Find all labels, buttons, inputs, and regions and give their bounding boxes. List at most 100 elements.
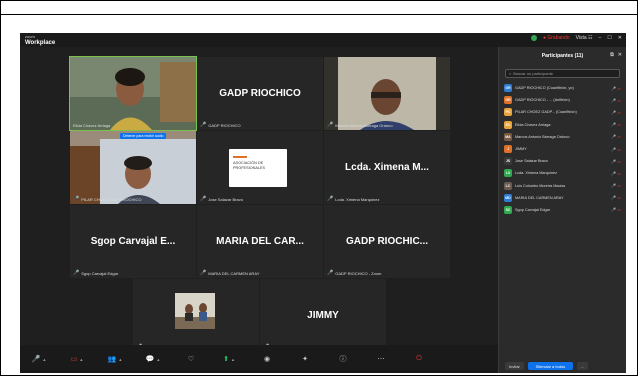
tile-display-name: MARIA DEL CAR... [216, 235, 304, 247]
info-icon: ⓘ [339, 356, 347, 363]
header-icons: ⧉ ✕ [610, 52, 622, 58]
mic-muted-icon: 🎤 ▭ [611, 170, 621, 176]
participant-row[interactable]: JS Jose Salazar Bravo 🎤 ▭ [499, 155, 626, 167]
mic-muted-icon: 🎤 ▭ [611, 195, 621, 201]
tile-display-name: GADP RIOCHIC... [345, 235, 429, 247]
participant-avatar: SC [504, 205, 512, 214]
participant-video [70, 131, 196, 204]
video-grid: Elida Chavez Arriaga GADP RIOCHICO 🎤 GADP… [20, 47, 498, 352]
mic-muted-icon: 🎤 [31, 356, 41, 363]
video-tile[interactable]: MARIA DEL CAR... 🎤 MARIA DEL CARMEN ARAY [197, 205, 323, 278]
participant-avatar: EC [504, 120, 512, 129]
participant-avatar: PC [504, 108, 512, 117]
video-tile[interactable]: Sgop Carvajal E... 🎤 Sgop Carvajal Edgar [70, 205, 196, 278]
view-button[interactable]: Vista ☷ [576, 35, 593, 41]
video-tile[interactable]: ASOCIACIÓN DE PROFESIONALES 🎤 Jose Salaza… [197, 131, 323, 204]
apps-button[interactable]: ✦ [286, 355, 324, 363]
participant-avatar: GR [504, 84, 512, 93]
recording-label: Grabando [547, 35, 570, 41]
title-bar-right: ● Grabando Vista ☷ – ☐ ✕ [530, 35, 622, 41]
invite-button[interactable]: Invitar [505, 362, 524, 370]
participant-row[interactable]: EC Elida Chavez Arriaga 🎤 ▭ [499, 119, 626, 131]
participant-row[interactable]: GR GADP RIOCHICO (Coanfitrión, yo) 🎤 ▭ [499, 82, 626, 94]
participant-avatar: J [504, 145, 512, 154]
organization-logo: ASOCIACIÓN DE PROFESIONALES [229, 149, 287, 187]
security-shield-icon[interactable] [530, 35, 537, 41]
video-tile[interactable]: 🎤 Marcos Antonio Barraga Ordono [324, 57, 450, 130]
video-tile[interactable]: GADP RIOCHIC... 🎤 GADP RIOCHICO - Zoom [324, 205, 450, 278]
tile-label: Elida Chavez Arriaga [73, 123, 111, 128]
video-tile[interactable]: 🎤Luis Colombo Moreira Macias [133, 279, 259, 352]
participant-row[interactable]: PC PILAR CHOEZ GADP... (Coanfitrión) 🎤 ▭ [499, 106, 626, 118]
video-tile[interactable]: Detener para recibir audio 🎤 PILAR CHOEZ … [70, 131, 196, 204]
mic-muted-icon: 🎤 ▭ [611, 183, 621, 189]
close-panel-icon[interactable]: ✕ [618, 52, 622, 58]
participant-name: Jose Salazar Bravo [515, 159, 548, 164]
participant-name: PILAR CHOEZ GADP... (Coanfitrión) [515, 110, 577, 115]
participant-row[interactable]: LX Lcda. Ximena Marquinez 🎤 ▭ [499, 167, 626, 179]
participant-list: GR GADP RIOCHICO (Coanfitrión, yo) 🎤 ▭ GR GA… [499, 82, 626, 216]
close-button[interactable]: ✕ [618, 35, 622, 41]
video-off-icon: ▭ [70, 356, 78, 363]
mic-muted-icon: 🎤 [327, 196, 334, 202]
meeting-toolbar: 🎤 ▲ ▭ ▲ 👥 ▲ 💬 ▲ ♡ ⬆ ▲ ◉ ✦ ⓘ ⋯ ⏻ [20, 345, 498, 373]
tile-display-name: Lcda. Ximena M... [345, 161, 429, 173]
participants-panel: Participantes (11) ⧉ ✕ ⌕ GRGADP RIOCHICO… [498, 47, 626, 373]
recording-indicator[interactable]: ● Grabando [543, 35, 570, 41]
audio-banner[interactable]: Detener para recibir audio [120, 133, 167, 139]
participant-search[interactable]: ⌕ [505, 69, 620, 78]
info-button[interactable]: ⓘ [324, 354, 362, 364]
unmute-button[interactable]: 🎤 ▲ [20, 355, 58, 363]
title-bar: zoom Workplace ● Grabando Vista ☷ – ☐ ✕ [20, 33, 626, 47]
participant-avatar: MA [504, 132, 512, 141]
search-icon: ⌕ [509, 71, 512, 76]
tile-label: 🎤 PILAR CHOEZ GAD PRIOCHICO [73, 196, 142, 202]
mic-muted-icon: 🎤 ▭ [611, 134, 621, 140]
participant-name: Lcda. Ximena Marquinez [515, 171, 557, 176]
video-tile[interactable]: Lcda. Ximena M... 🎤 Lcda. Ximena Marquine… [324, 131, 450, 204]
video-tile[interactable]: JIMMY 🎤JIMMY [260, 279, 386, 352]
reactions-button[interactable]: ♡ [172, 355, 210, 363]
video-tile[interactable]: Elida Chavez Arriaga [69, 56, 197, 131]
participants-button[interactable]: 👥 ▲ [96, 355, 134, 363]
more-options-button[interactable]: ... [576, 362, 589, 370]
participant-row[interactable]: LC Luis Colombo Moreira Macias 🎤 ▭ [499, 180, 626, 192]
leave-button[interactable]: ⏻ [400, 355, 438, 363]
participant-avatar: LC [504, 181, 512, 190]
participants-title: Participantes (11) [541, 53, 584, 59]
participant-avatar: MD [504, 193, 512, 202]
record-icon: ◉ [263, 356, 271, 363]
participant-name: Sgop Carvajal Edgar [515, 207, 551, 212]
participant-row[interactable]: J JIMMY 🎤 ▭ [499, 143, 626, 155]
participant-row[interactable]: GR GADP RIOCHICO - ... (Anfitrión) 🎤 ▭ [499, 94, 626, 106]
more-button[interactable]: ⋯ [362, 355, 400, 363]
search-input[interactable] [513, 71, 614, 76]
popout-icon[interactable]: ⧉ [610, 52, 614, 58]
participant-row[interactable]: SC Sgop Carvajal Edgar 🎤 ▭ [499, 204, 626, 216]
mic-muted-icon: 🎤 ▭ [611, 122, 621, 128]
video-tile[interactable]: GADP RIOCHICO 🎤 GADP RIOCHICO [197, 57, 323, 130]
participants-header: Participantes (11) ⧉ ✕ [499, 47, 626, 65]
participant-name: GADP RIOCHICO - ... (Anfitrión) [515, 98, 570, 103]
participant-name: Marcos Antonio Barraga Ordono [515, 134, 570, 139]
share-screen-button[interactable]: ⬆ ▲ [210, 355, 248, 363]
participant-name: Elida Chavez Arriaga [515, 122, 551, 127]
participant-row[interactable]: MA Marcos Antonio Barraga Ordono 🎤 ▭ [499, 131, 626, 143]
chat-button[interactable]: 💬 ▲ [134, 355, 172, 363]
record-button[interactable]: ◉ [248, 355, 286, 363]
panel-actions: Invitar Silenciar a todos ... [505, 362, 620, 370]
tile-label: 🎤 Lcda. Ximena Marquinez [327, 196, 380, 202]
mic-muted-icon: 🎤 [200, 122, 207, 128]
mic-muted-icon: 🎤 [200, 196, 207, 202]
brand-big: Workplace [25, 40, 56, 46]
tile-label: 🎤 GADP RIOCHICO - Zoom [327, 270, 382, 276]
mic-muted-icon: 🎤 ▭ [611, 109, 621, 115]
minimize-button[interactable]: – [599, 35, 602, 41]
mute-all-button[interactable]: Silenciar a todos [527, 362, 573, 370]
tile-display-name: Sgop Carvajal E... [90, 235, 176, 247]
mic-muted-icon: 🎤 [327, 270, 334, 276]
start-video-button[interactable]: ▭ ▲ [58, 355, 96, 363]
participant-row[interactable]: MD MARIA DEL CARMEN ARAY 🎤 ▭ [499, 192, 626, 204]
maximize-button[interactable]: ☐ [607, 35, 611, 41]
app-brand: zoom Workplace [25, 34, 55, 46]
